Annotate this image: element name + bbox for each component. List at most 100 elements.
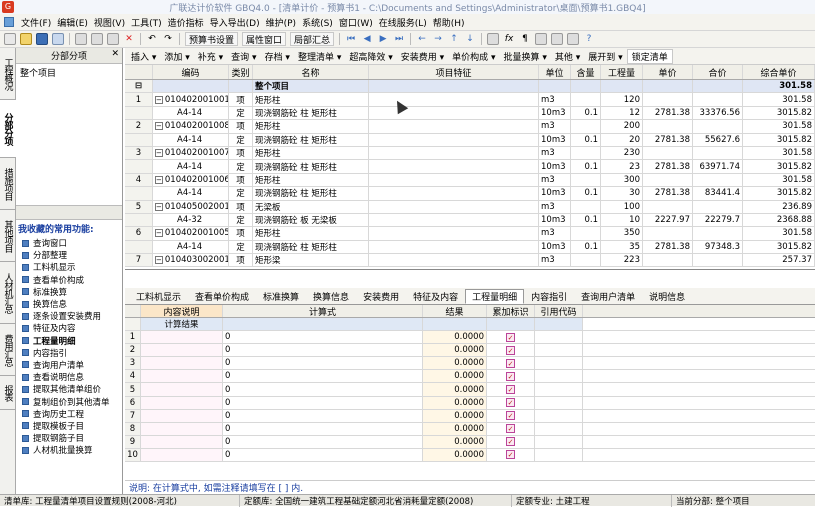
result-cell[interactable]: 0.0000 xyxy=(423,409,487,422)
total-cell[interactable] xyxy=(693,93,743,106)
menu-view[interactable]: 视图(V) xyxy=(91,16,128,29)
expression-cell[interactable]: 0 xyxy=(223,344,423,357)
favorite-item[interactable]: 内容指引 xyxy=(16,347,122,359)
accumulate-cell[interactable]: ✓ xyxy=(487,357,535,370)
detail-row[interactable]: 9 0 0.0000 ✓ xyxy=(125,435,815,449)
code-cell[interactable]: −010402001008 xyxy=(153,120,229,133)
favorite-item[interactable]: 逐条设置安装费用 xyxy=(16,310,122,322)
result-cell[interactable]: 0.0000 xyxy=(423,435,487,448)
accumulate-cell[interactable]: ✓ xyxy=(487,435,535,448)
content-cell[interactable] xyxy=(571,173,601,187)
description-cell[interactable] xyxy=(141,396,223,409)
code-cell[interactable]: A4-32 xyxy=(153,213,229,227)
group-name[interactable]: 整个项目 xyxy=(253,80,369,93)
table-row[interactable]: A4-14 定现浇钢筋砼 柱 矩形柱 10m3 0.1 35 2781.38 97348.3… xyxy=(125,240,815,255)
code-cell[interactable]: −010402001007 xyxy=(153,146,229,160)
arrow-left-icon[interactable]: ← xyxy=(416,33,428,45)
ribbon-button[interactable]: 安装费用 ▾ xyxy=(397,50,448,63)
ref-code-cell[interactable] xyxy=(535,422,583,435)
arrow-right-icon[interactable]: → xyxy=(432,33,444,45)
redo-icon[interactable]: ↷ xyxy=(162,33,174,45)
name-cell[interactable]: 现浇钢筋砼 柱 矩形柱 xyxy=(253,106,369,120)
grid-cell[interactable] xyxy=(487,318,535,331)
content-cell[interactable] xyxy=(571,93,601,106)
bottom-tab[interactable]: 标准换算 xyxy=(256,289,306,304)
property-window-button[interactable]: 属性窗口 xyxy=(242,32,287,46)
row-number[interactable]: 5 xyxy=(125,200,153,213)
menu-file[interactable]: 文件(F) xyxy=(18,16,54,29)
column-header[interactable] xyxy=(125,65,153,79)
favorite-item[interactable]: 人材机批量换算 xyxy=(16,444,122,456)
name-cell[interactable]: 矩形柱 xyxy=(253,173,369,187)
price-cell[interactable] xyxy=(643,93,693,106)
unit-cell[interactable]: 10m3 xyxy=(539,240,571,254)
arrow-down-icon[interactable]: ↓ xyxy=(464,33,476,45)
bottom-tab[interactable]: 工程量明细 xyxy=(465,289,525,304)
ref-code-cell[interactable] xyxy=(535,344,583,357)
accumulate-checkbox[interactable]: ✓ xyxy=(506,424,515,434)
feature-cell[interactable] xyxy=(369,146,539,160)
total-cell[interactable] xyxy=(693,146,743,160)
quantity-cell[interactable]: 230 xyxy=(601,146,643,160)
bottom-tab[interactable]: 工料机显示 xyxy=(129,289,188,304)
nav-reports[interactable]: 报表 xyxy=(0,376,16,410)
row-number[interactable]: 5 xyxy=(125,383,141,396)
expand-icon[interactable]: − xyxy=(155,229,163,238)
description-cell[interactable] xyxy=(141,331,223,344)
grid-cell[interactable] xyxy=(601,80,643,93)
column-header[interactable]: 名称 xyxy=(253,65,369,79)
expand-icon[interactable]: − xyxy=(155,149,163,158)
accumulate-checkbox[interactable]: ✓ xyxy=(506,385,515,395)
price-cell[interactable]: 2781.38 xyxy=(643,133,693,146)
total-cell[interactable]: 63971.74 xyxy=(693,160,743,173)
quantity-cell[interactable]: 200 xyxy=(601,120,643,133)
unit-cell[interactable]: 10m3 xyxy=(539,213,571,227)
accumulate-checkbox[interactable]: ✓ xyxy=(506,437,515,447)
quantity-cell[interactable]: 23 xyxy=(601,160,643,173)
name-cell[interactable]: 矩形柱 xyxy=(253,227,369,240)
name-cell[interactable]: 现浇钢筋砼 柱 矩形柱 xyxy=(253,240,369,254)
ribbon-button[interactable]: 添加 ▾ xyxy=(160,50,193,63)
budget-settings-button[interactable]: 预算书设置 xyxy=(185,32,239,46)
favorite-item[interactable]: 特征及内容 xyxy=(16,322,122,334)
ref-code-cell[interactable] xyxy=(535,370,583,383)
group-row[interactable]: ⊟ 整个项目 301.58 xyxy=(125,80,815,94)
favorite-item[interactable]: 标准换算 xyxy=(16,286,122,298)
unit-cell[interactable]: m3 xyxy=(539,93,571,106)
content-cell[interactable] xyxy=(571,200,601,213)
ref-code-cell[interactable] xyxy=(535,331,583,344)
new-file-icon[interactable] xyxy=(4,33,16,45)
ribbon-button[interactable]: 插入 ▾ xyxy=(127,50,160,63)
expand-icon[interactable]: − xyxy=(155,256,163,265)
price-cell[interactable]: 2781.38 xyxy=(643,240,693,254)
expression-cell[interactable]: 0 xyxy=(223,383,423,396)
detail-row[interactable]: 7 0 0.0000 ✓ xyxy=(125,409,815,423)
row-number[interactable]: 7 xyxy=(125,254,153,267)
expression-cell[interactable]: 0 xyxy=(223,409,423,422)
name-cell[interactable]: 现浇钢筋砼 柱 矩形柱 xyxy=(253,160,369,173)
bottom-tab[interactable]: 安装费用 xyxy=(356,289,406,304)
type-cell[interactable]: 项 xyxy=(229,254,253,267)
favorite-item[interactable]: 查看说明信息 xyxy=(16,371,122,383)
ribbon-button[interactable]: 存档 ▾ xyxy=(261,50,294,63)
ribbon-button[interactable]: 查询 ▾ xyxy=(227,50,260,63)
menu-tools[interactable]: 工具(T) xyxy=(128,16,165,29)
price-cell[interactable]: 2781.38 xyxy=(643,106,693,120)
row-number[interactable]: 3 xyxy=(125,146,153,160)
unit-cell[interactable]: 10m3 xyxy=(539,160,571,173)
formula-icon[interactable]: fx xyxy=(503,33,515,45)
accumulate-checkbox[interactable]: ✓ xyxy=(506,332,515,342)
unit-price-cell[interactable]: 3015.82 xyxy=(743,240,815,254)
table-row[interactable]: A4-32 定现浇钢筋砼 板 无梁板 10m3 0.1 10 2227.97 22279.7… xyxy=(125,213,815,228)
delete-icon[interactable]: ✕ xyxy=(123,33,135,45)
row-number[interactable]: 3 xyxy=(125,357,141,370)
column-header[interactable]: 类别 xyxy=(229,65,253,79)
last-icon[interactable]: ⏭ xyxy=(393,33,405,45)
ribbon-button[interactable]: 展开到 ▾ xyxy=(584,50,626,63)
menu-online[interactable]: 在线服务(L) xyxy=(376,16,430,29)
group-total[interactable]: 301.58 xyxy=(743,80,815,93)
type-cell[interactable]: 定 xyxy=(229,160,253,173)
content-cell[interactable]: 0.1 xyxy=(571,133,601,146)
nav-sub-items[interactable]: 分部分项 xyxy=(0,100,16,158)
name-cell[interactable]: 无梁板 xyxy=(253,200,369,213)
